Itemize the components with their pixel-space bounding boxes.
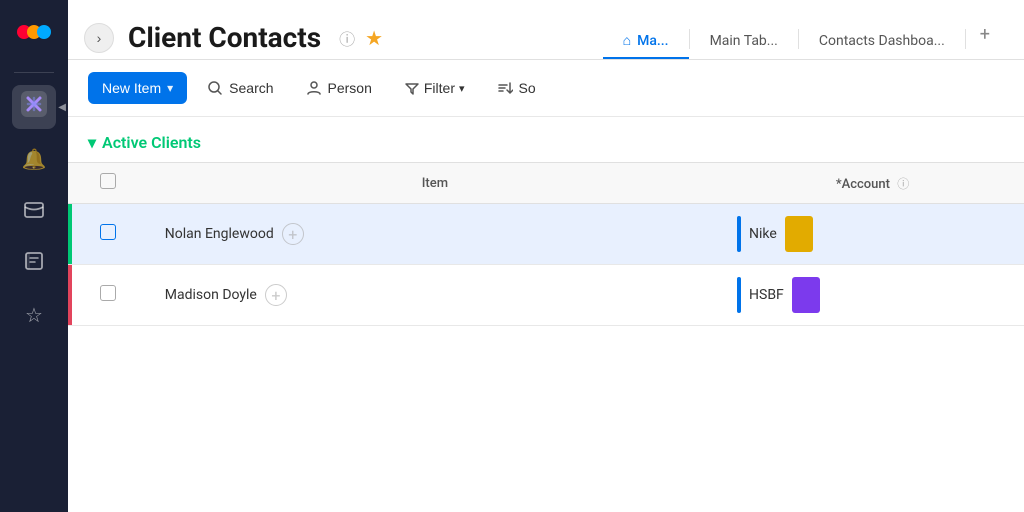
table-header-row: Item *Account ⓘ: [68, 163, 1024, 204]
sidebar-divider: [14, 72, 54, 73]
sidebar-item-inbox[interactable]: [12, 189, 56, 233]
dropdown-arrow-icon: ▾: [167, 81, 173, 95]
sidebar-item-tasks[interactable]: [12, 241, 56, 285]
favorite-star-icon[interactable]: ★: [365, 26, 383, 50]
row-1-checkbox[interactable]: [100, 224, 116, 240]
sidebar: ◀ 🔔 ☆: [0, 0, 68, 512]
tab-bar: ⌂ Ma... Main Tab... Contacts Dashboa... …: [603, 16, 1004, 59]
row-1-add-button[interactable]: +: [282, 223, 304, 245]
sidebar-item-workspace[interactable]: ◀: [12, 85, 56, 129]
table-area: ▾ Active Clients Item *Account ⓘ: [68, 117, 1024, 512]
sort-button[interactable]: So: [485, 72, 548, 104]
sidebar-item-notifications[interactable]: 🔔: [12, 137, 56, 181]
person-button[interactable]: Person: [294, 72, 384, 104]
filter-label: Filter: [424, 80, 455, 96]
column-header-checkbox: [68, 163, 149, 204]
search-icon: [207, 80, 223, 96]
section-header-active-clients[interactable]: ▾ Active Clients: [68, 133, 1024, 162]
new-item-button[interactable]: New Item ▾: [88, 72, 187, 104]
main-content: › Client Contacts ⓘ ★ ⌂ Ma... Main Tab..…: [68, 0, 1024, 512]
filter-button[interactable]: Filter ▾: [392, 72, 477, 104]
row-2-name: Madison Doyle: [165, 287, 257, 303]
row-1-account-left-bar: [737, 216, 741, 252]
home-icon: ⌂: [623, 32, 631, 49]
row-2-account-cell: HSBF: [721, 265, 1024, 326]
new-item-label: New Item: [102, 80, 161, 96]
row-1-color-swatch: [785, 216, 813, 252]
row-1-account-cell: Nike: [721, 204, 1024, 265]
star-icon: ☆: [25, 303, 43, 327]
row-1-item-cell: Nolan Englewood +: [149, 204, 721, 265]
toolbar: New Item ▾ Search Person Filter ▾: [68, 60, 1024, 117]
select-all-checkbox[interactable]: [100, 173, 116, 189]
back-button[interactable]: ›: [84, 23, 114, 53]
row-2-checkbox-cell: [68, 265, 149, 326]
tab-main-table[interactable]: Main Tab...: [690, 23, 798, 59]
section-chevron-icon: ▾: [88, 133, 96, 152]
filter-icon: [404, 80, 420, 96]
table-row: Madison Doyle + HSBF: [68, 265, 1024, 326]
row-2-account-name: HSBF: [749, 287, 784, 303]
table-row: Nolan Englewood + Nike: [68, 204, 1024, 265]
tab-contacts-dashboard-label: Contacts Dashboa...: [819, 33, 945, 49]
workspace-icon: [21, 91, 47, 123]
tab-main[interactable]: ⌂ Ma...: [603, 22, 689, 59]
tab-contacts-dashboard[interactable]: Contacts Dashboa...: [799, 23, 965, 59]
sidebar-item-favorites[interactable]: ☆: [12, 293, 56, 337]
row-2-color-swatch: [792, 277, 820, 313]
row-2-account-left-bar: [737, 277, 741, 313]
row-2-add-button[interactable]: +: [265, 284, 287, 306]
tab-add-button[interactable]: +: [966, 16, 1004, 53]
tasks-icon: [23, 250, 45, 277]
page-title: Client Contacts: [128, 21, 321, 54]
row-1-name: Nolan Englewood: [165, 226, 274, 242]
search-label: Search: [229, 80, 273, 96]
sort-label: So: [519, 80, 536, 96]
row-2-checkbox[interactable]: [100, 285, 116, 301]
column-header-item-label: Item: [422, 176, 448, 191]
app-logo[interactable]: [14, 12, 54, 52]
workspace-chevron-icon: ◀: [58, 102, 66, 113]
row-1-account-name: Nike: [749, 226, 777, 242]
tab-main-table-label: Main Tab...: [710, 33, 778, 49]
account-info-icon[interactable]: ⓘ: [897, 177, 909, 191]
row-1-checkbox-cell: [68, 204, 149, 265]
search-button[interactable]: Search: [195, 72, 285, 104]
column-header-item: Item: [149, 163, 721, 204]
row-2-item-cell: Madison Doyle +: [149, 265, 721, 326]
page-header: › Client Contacts ⓘ ★ ⌂ Ma... Main Tab..…: [68, 0, 1024, 60]
sort-icon: [497, 80, 513, 96]
person-icon: [306, 80, 322, 96]
contacts-table: Item *Account ⓘ: [68, 162, 1024, 326]
person-label: Person: [328, 80, 372, 96]
bell-icon: 🔔: [22, 147, 47, 171]
column-header-account-label: *Account: [836, 177, 890, 192]
inbox-icon: [23, 198, 45, 225]
column-header-account: *Account ⓘ: [721, 163, 1024, 204]
row-2-left-border: [68, 265, 72, 325]
section-title: Active Clients: [102, 133, 201, 152]
row-1-left-border: [68, 204, 72, 264]
info-icon[interactable]: ⓘ: [339, 26, 355, 50]
filter-dropdown-icon: ▾: [459, 82, 465, 95]
chevron-right-icon: ›: [97, 30, 102, 46]
tab-main-label: Ma...: [637, 33, 668, 49]
